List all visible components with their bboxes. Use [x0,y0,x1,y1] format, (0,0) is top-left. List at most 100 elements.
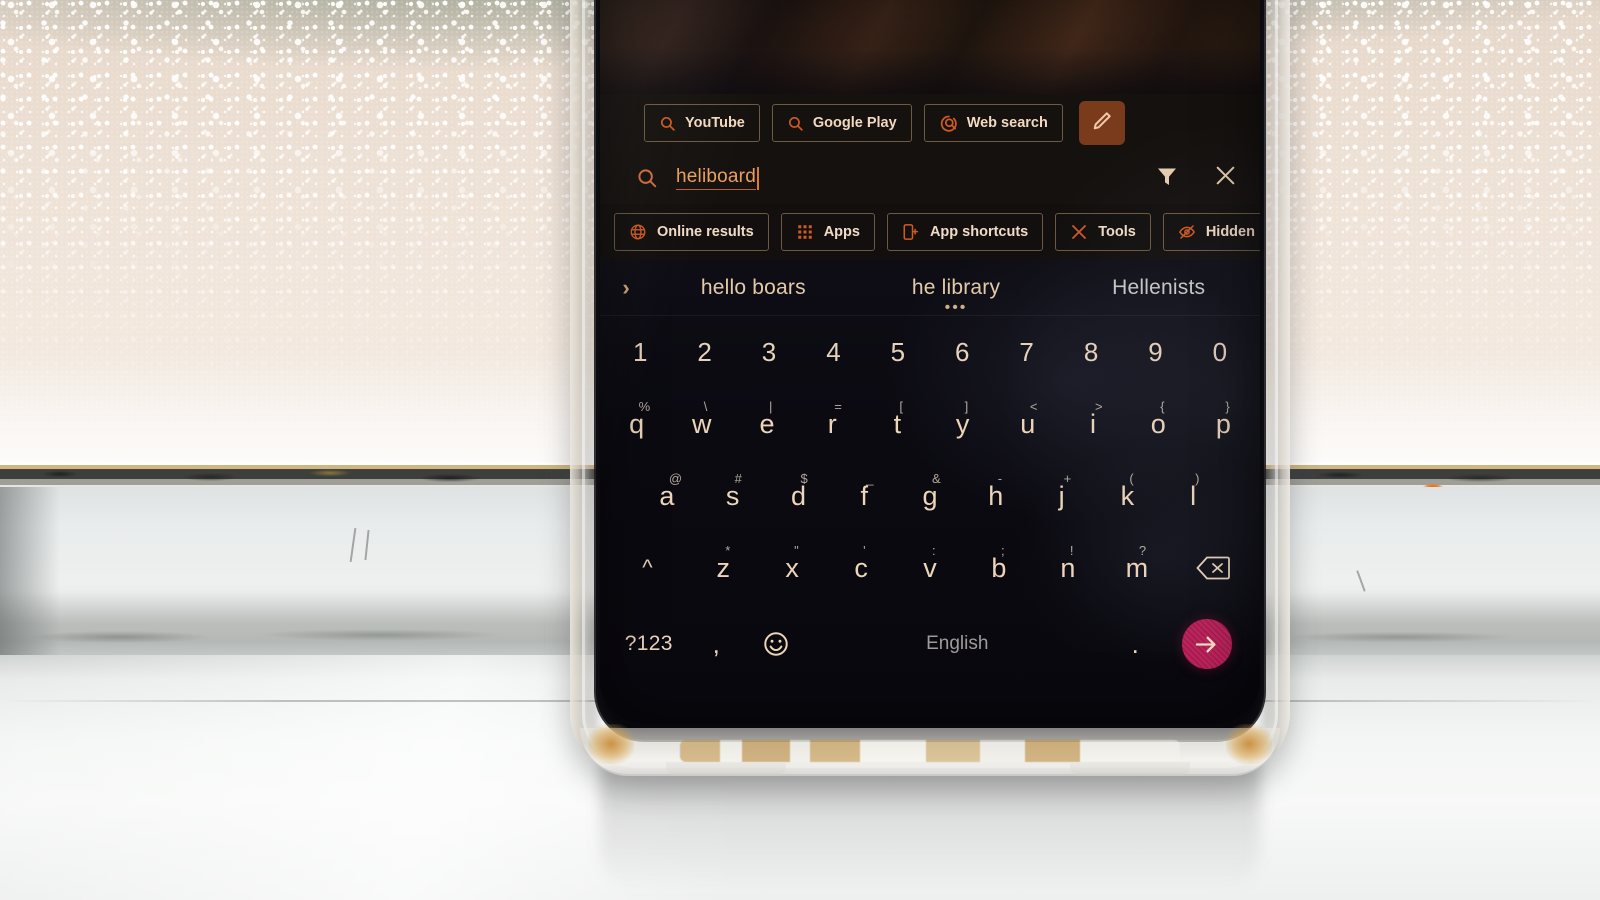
suggestion-label: he library [911,275,1001,299]
key-y[interactable]: ] y [930,388,995,460]
suggestion-item[interactable]: he library ••• [855,275,1058,316]
key-hint: ? [1138,543,1147,558]
search-input[interactable]: heliboard [676,166,1137,190]
key-q[interactable]: % q [604,388,669,460]
suggestion-label: Hellenists [1112,275,1206,299]
search-icon [636,167,658,189]
key-d[interactable]: $ d [766,460,832,532]
key-hint: \ [703,399,708,414]
search-icon [787,115,804,132]
key-p[interactable]: } p [1191,388,1256,460]
suggestion-item[interactable]: Hellenists [1057,276,1260,300]
key-hint: # [734,471,742,486]
key-hint: : [932,543,936,558]
key-s[interactable]: # s [700,460,766,532]
search-target-label: Web search [966,115,1048,131]
suggestion-item[interactable]: hello boars [652,276,855,300]
edit-search-button[interactable] [1078,101,1125,145]
key-h[interactable]: -h [963,460,1029,532]
key-7[interactable]: 7 [994,316,1058,388]
shift-key[interactable]: ^ [606,532,689,604]
sill-left-shadow [0,487,60,667]
filter-chip-hidden[interactable]: Hidden [1162,213,1260,251]
key-hint: ! [1069,543,1074,558]
key-w[interactable]: \ w [669,388,734,460]
key-hint: _ [866,471,874,486]
key-hint: { [1160,399,1165,414]
comma-key[interactable]: , [687,608,744,680]
key-hint: % [638,399,651,414]
pencil-icon [1091,110,1113,137]
key-j[interactable]: + j [1029,460,1095,532]
spacebar[interactable]: English [808,608,1106,680]
key-b[interactable]: ; b [964,532,1033,604]
filter-chip-row: Online results Apps App shortcuts Tools … [600,204,1260,260]
keyboard-rows: 1 2 3 4 5 6 7 8 9 0 % q \ w | e = r [t … [600,316,1260,724]
key-a[interactable]: @ a [634,460,700,532]
key-i[interactable]: > i [1060,388,1125,460]
keyboard-row-spacebar: ?123 , English . [600,604,1260,684]
period-key[interactable]: . [1107,608,1164,680]
key-c[interactable]: ' c [827,532,896,604]
key-hint: | [769,399,773,414]
filter-chip-apps[interactable]: Apps [780,213,875,251]
keyboard-row-bottom-letters: ^ * z " x ' c :v ; b ! n ? m [600,532,1260,604]
keyboard-row-qwerty: % q \ w | e = r [t ] y < u > i {o } p [600,388,1260,460]
key-0[interactable]: 0 [1188,316,1252,388]
key-2[interactable]: 2 [672,316,736,388]
filter-chip-online-results[interactable]: Online results [614,213,769,251]
key-z[interactable]: * z [689,532,758,604]
key-hint: ' [863,543,866,558]
case-foot-right [1070,762,1190,776]
key-v[interactable]: :v [896,532,965,604]
enter-key[interactable] [1164,608,1250,680]
symbols-key[interactable]: ?123 [610,608,687,680]
key-3[interactable]: 3 [737,316,801,388]
key-g[interactable]: & g [897,460,963,532]
globe-icon [629,223,647,241]
case-bottom-ports [680,740,1180,762]
key-m[interactable]: ? m [1102,532,1171,604]
phone-screen: YouTube Google Play Web search heliboard… [600,0,1260,724]
search-target-google-play[interactable]: Google Play [771,104,912,142]
text-caret [756,166,759,190]
suggestion-label: hello boars [700,275,806,299]
key-l[interactable]: ) l [1160,460,1226,532]
key-5[interactable]: 5 [866,316,930,388]
key-r[interactable]: = r [800,388,865,460]
web-search-icon [939,114,958,133]
key-u[interactable]: < u [995,388,1060,460]
key-9[interactable]: 9 [1123,316,1187,388]
search-target-youtube[interactable]: YouTube [644,104,760,142]
chevron-right-icon[interactable]: › [600,275,652,301]
filter-chip-app-shortcuts[interactable]: App shortcuts [886,213,1044,251]
filter-chip-label: Online results [657,224,754,240]
search-target-web-search[interactable]: Web search [923,104,1063,142]
keyboard-row-numbers: 1 2 3 4 5 6 7 8 9 0 [600,316,1260,388]
emoji-icon[interactable] [745,608,808,680]
key-o[interactable]: {o [1126,388,1191,460]
tools-icon [1070,223,1088,241]
key-6[interactable]: 6 [930,316,994,388]
search-target-label: Google Play [812,115,897,131]
phone-bezel: YouTube Google Play Web search heliboard… [596,0,1264,740]
key-k[interactable]: (k [1094,460,1160,532]
key-4[interactable]: 4 [801,316,865,388]
close-icon[interactable] [1213,163,1238,193]
phone-reflection [600,762,1260,892]
key-n[interactable]: ! n [1033,532,1102,604]
filter-chip-tools[interactable]: Tools [1055,213,1151,251]
search-query-row: heliboard [600,152,1260,204]
backspace-icon[interactable] [1171,532,1254,604]
key-x[interactable]: " x [758,532,827,604]
suggestion-items: hello boars he library ••• Hellenists [652,275,1260,316]
key-1[interactable]: 1 [608,316,672,388]
key-t[interactable]: [t [865,388,930,460]
key-8[interactable]: 8 [1059,316,1123,388]
key-hint: > [1095,399,1103,414]
key-f[interactable]: _ f [831,460,897,532]
key-e[interactable]: | e [734,388,799,460]
keyboard-row-home: @ a # s $ d _ f & g -h + j (k ) l [600,460,1260,532]
funnel-icon[interactable] [1155,164,1179,193]
key-hint: ( [1129,471,1134,486]
